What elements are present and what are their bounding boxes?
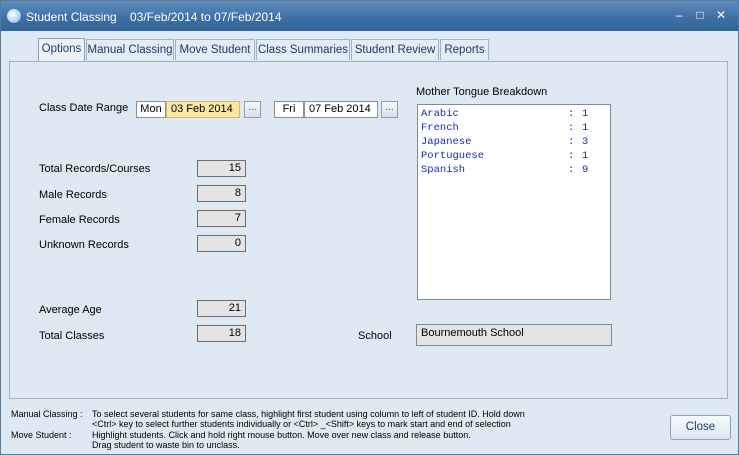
mother-tongue-colon: : bbox=[568, 122, 575, 134]
tab-manual-classing[interactable]: Manual Classing bbox=[86, 39, 174, 60]
mother-tongue-colon: : bbox=[568, 108, 575, 120]
tab-options[interactable]: Options bbox=[38, 38, 85, 61]
close-button[interactable]: Close bbox=[670, 415, 731, 440]
minimize-icon[interactable]: – bbox=[671, 8, 687, 22]
mother-tongue-language: Arabic bbox=[421, 108, 459, 120]
female-records-value: 7 bbox=[197, 210, 246, 227]
male-records-value: 8 bbox=[197, 185, 246, 202]
total-records-value: 15 bbox=[197, 160, 246, 177]
maximize-icon[interactable]: □ bbox=[692, 8, 708, 22]
unknown-records-value: 0 bbox=[197, 235, 246, 252]
mother-tongue-count: 3 bbox=[582, 136, 589, 148]
mother-tongue-language: Portuguese bbox=[421, 150, 485, 162]
mother-tongue-count: 1 bbox=[582, 150, 589, 162]
footer-move-text-2: Drag student to waste bin to unclass. bbox=[92, 440, 240, 450]
mother-tongue-count: 1 bbox=[582, 108, 589, 120]
tab-class-summaries[interactable]: Class Summaries bbox=[256, 39, 350, 60]
footer-move-label: Move Student : bbox=[11, 430, 72, 440]
from-date-input[interactable]: 03 Feb 2014 bbox=[166, 101, 240, 118]
window-title: Student Classing 03/Feb/2014 to 07/Feb/2… bbox=[26, 10, 282, 24]
total-classes-value: 18 bbox=[197, 325, 246, 342]
average-age-value: 21 bbox=[197, 300, 246, 317]
male-records-label: Male Records bbox=[39, 189, 107, 201]
total-records-label: Total Records/Courses bbox=[39, 163, 151, 175]
unknown-records-label: Unknown Records bbox=[39, 239, 129, 251]
mother-tongue-count: 9 bbox=[582, 164, 589, 176]
close-window-icon[interactable]: ✕ bbox=[713, 8, 729, 22]
tab-move-student[interactable]: Move Student bbox=[175, 39, 255, 60]
mother-tongue-title: Mother Tongue Breakdown bbox=[416, 86, 548, 98]
tab-student-review[interactable]: Student Review bbox=[351, 39, 439, 60]
footer-manual-text-1: To select several students for same clas… bbox=[92, 409, 525, 419]
school-label: School bbox=[358, 330, 392, 342]
mother-tongue-language: Japanese bbox=[421, 136, 472, 148]
mother-tongue-list[interactable]: Arabic : 1 French : 1 Japanese : 3 Portu… bbox=[417, 104, 611, 300]
student-classing-window: Student Classing 03/Feb/2014 to 07/Feb/2… bbox=[0, 0, 739, 455]
mother-tongue-colon: : bbox=[568, 150, 575, 162]
from-date-picker-button[interactable]: ... bbox=[244, 101, 261, 118]
mother-tongue-count: 1 bbox=[582, 122, 589, 134]
date-range-label: Class Date Range bbox=[39, 102, 129, 114]
average-age-label: Average Age bbox=[39, 304, 102, 316]
tab-reports[interactable]: Reports bbox=[440, 39, 489, 60]
mother-tongue-language: French bbox=[421, 122, 459, 134]
footer-manual-text-2: <Ctrl> key to select further students in… bbox=[92, 419, 511, 429]
to-date-picker-button[interactable]: ... bbox=[381, 101, 398, 118]
mother-tongue-colon: : bbox=[568, 136, 575, 148]
total-classes-label: Total Classes bbox=[39, 330, 105, 342]
footer-move-text-1: Highlight students. Click and hold right… bbox=[92, 430, 471, 440]
female-records-label: Female Records bbox=[39, 214, 120, 226]
footer-manual-label: Manual Classing : bbox=[11, 409, 83, 419]
school-field: Bournemouth School bbox=[416, 324, 612, 346]
to-date-input[interactable]: 07 Feb 2014 bbox=[304, 101, 378, 118]
to-day-field: Fri bbox=[274, 101, 304, 118]
mother-tongue-colon: : bbox=[568, 164, 575, 176]
app-icon bbox=[7, 9, 21, 23]
from-day-field: Mon bbox=[136, 101, 166, 118]
title-bar[interactable]: Student Classing 03/Feb/2014 to 07/Feb/2… bbox=[1, 1, 738, 31]
mother-tongue-language: Spanish bbox=[421, 164, 466, 176]
